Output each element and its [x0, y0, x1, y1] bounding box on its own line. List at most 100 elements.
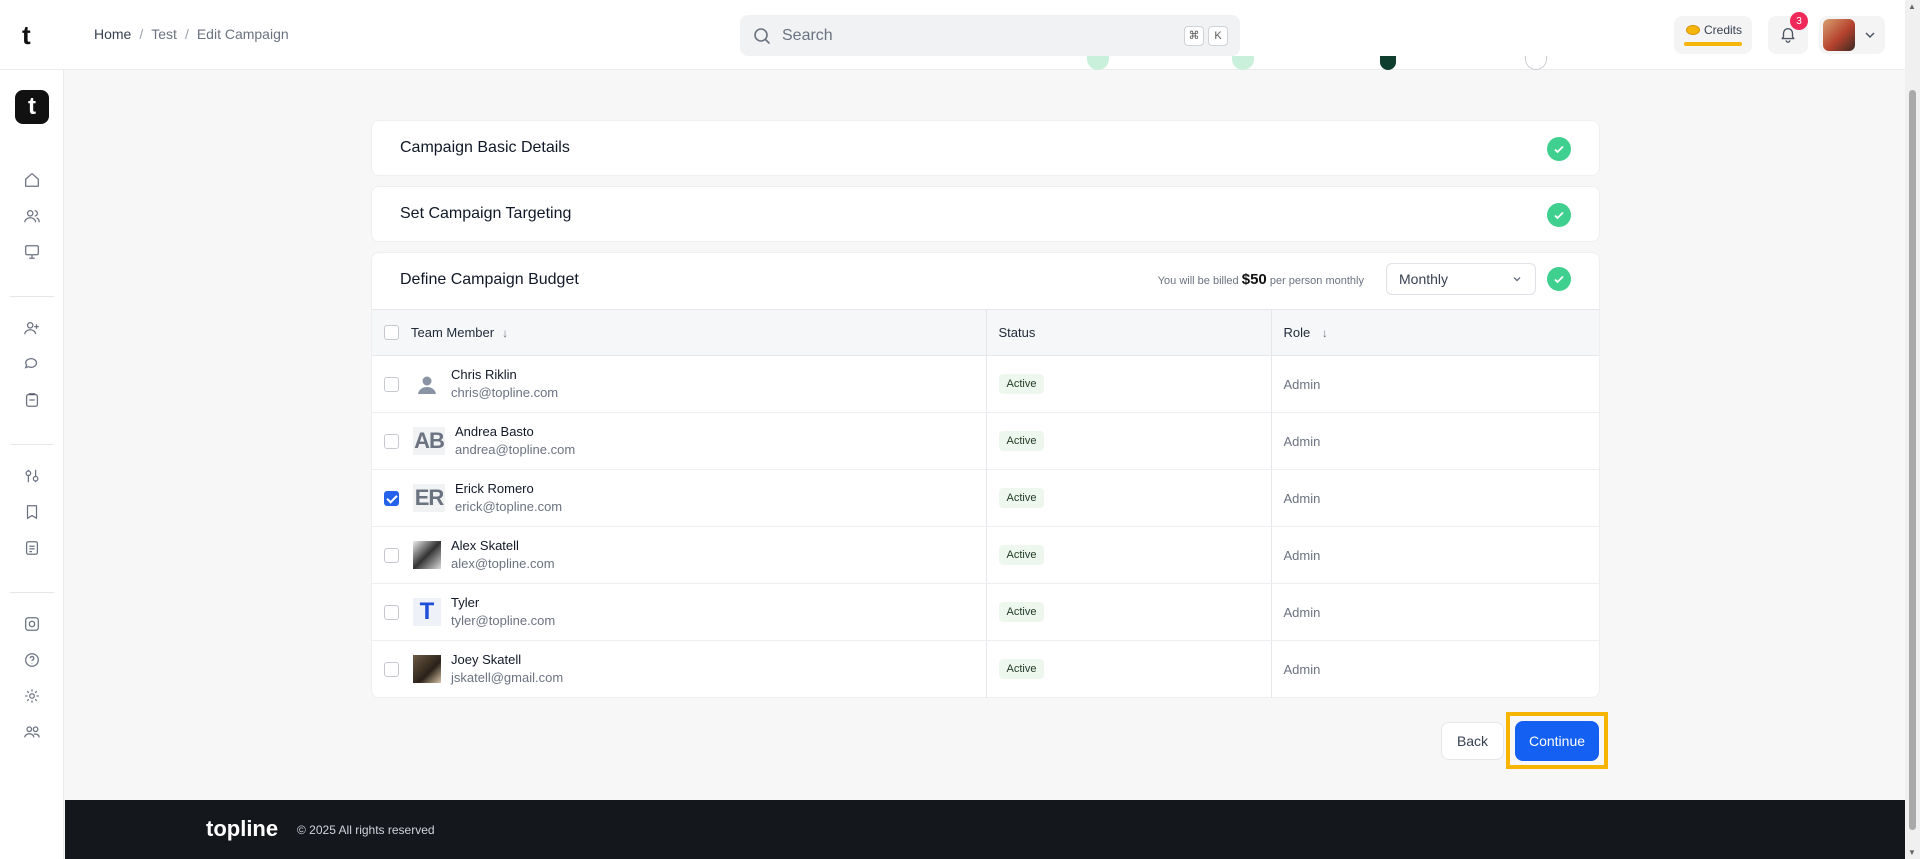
scroll-up-arrow-icon[interactable]: ▲ [1908, 2, 1916, 11]
select-all-checkbox[interactable] [384, 325, 399, 340]
member-cell: AB Andrea Basto andrea@topline.com [372, 412, 987, 470]
role-cell: Admin [1271, 641, 1599, 698]
row-checkbox[interactable] [384, 661, 399, 677]
member-email: erick@topline.com [455, 499, 563, 514]
table-header-row: Team Member ↓ Status Role ↓ [372, 309, 1599, 356]
member-role: Admin [1283, 376, 1321, 392]
check-circle-icon [1547, 267, 1571, 291]
search-input[interactable]: Search ⌘ K [740, 15, 1240, 56]
brand-letter[interactable]: t [22, 20, 31, 51]
settings-icon[interactable] [20, 684, 44, 708]
scroll-down-arrow-icon[interactable]: ▼ [1908, 848, 1916, 857]
app-logo[interactable]: t [15, 90, 49, 124]
coin-icon [1686, 25, 1700, 35]
avatar-letter: T [413, 598, 441, 626]
table-row[interactable]: AB Andrea Basto andrea@topline.com Activ… [372, 412, 1599, 470]
status-cell: Active [986, 640, 1272, 698]
status-badge: Active [998, 488, 1045, 508]
notifications-button[interactable]: 3 [1768, 12, 1808, 54]
avatar-initials: ER [413, 484, 445, 512]
shortcut-k-key: K [1208, 25, 1228, 46]
profile-menu[interactable] [1819, 16, 1885, 54]
back-button[interactable]: Back [1441, 722, 1504, 760]
row-checkbox[interactable] [384, 490, 399, 506]
shortcut-cmd-key: ⌘ [1184, 25, 1204, 46]
sort-arrow-icon[interactable]: ↓ [1322, 326, 1328, 340]
member-name: Chris Riklin [451, 367, 517, 382]
section-basic-details[interactable]: Campaign Basic Details [371, 120, 1600, 176]
help-icon[interactable] [20, 648, 44, 672]
bookmark-icon[interactable] [20, 500, 44, 524]
add-user-icon[interactable] [20, 316, 44, 340]
row-checkbox[interactable] [384, 433, 399, 449]
role-cell: Admin [1271, 469, 1599, 527]
credits-button[interactable]: Credits [1674, 16, 1752, 54]
sort-arrow-icon[interactable]: ↓ [502, 326, 508, 340]
section-title: Define Campaign Budget [400, 271, 579, 288]
billing-amount: $50 [1241, 271, 1267, 288]
role-header-label: Role [1283, 325, 1311, 340]
status-cell: Active [986, 355, 1272, 413]
member-role: Admin [1283, 433, 1321, 449]
member-name: Alex Skatell [451, 538, 519, 553]
billing-note-suffix: per person monthly [1269, 275, 1364, 287]
table-row[interactable]: ER Erick Romero erick@topline.com Active… [372, 469, 1599, 527]
member-header-label: Team Member [411, 325, 495, 340]
billing-note: You will be billed $50 per person monthl… [1158, 271, 1364, 288]
table-row[interactable]: Alex Skatell alex@topline.com Active Adm… [372, 526, 1599, 584]
member-name: Erick Romero [455, 481, 534, 496]
member-role: Admin [1283, 604, 1321, 620]
notification-count-badge: 3 [1790, 12, 1808, 30]
member-email: alex@topline.com [451, 556, 555, 571]
breadcrumb: Home / Test / Edit Campaign [94, 26, 289, 42]
billing-note-prefix: You will be billed [1157, 275, 1239, 287]
home-icon[interactable] [20, 168, 44, 192]
member-role: Admin [1283, 490, 1321, 506]
section-targeting[interactable]: Set Campaign Targeting [371, 186, 1600, 242]
member-cell: T Tyler tyler@topline.com [372, 583, 987, 641]
chat-icon[interactable] [20, 352, 44, 376]
row-checkbox[interactable] [384, 604, 399, 620]
scrollbar-thumb[interactable] [1909, 90, 1916, 830]
table-row[interactable]: Chris Riklin chris@topline.com Active Ad… [372, 355, 1599, 413]
row-checkbox[interactable] [384, 376, 399, 392]
member-role: Admin [1283, 547, 1321, 563]
credits-progress-bar [1684, 42, 1742, 46]
role-cell: Admin [1271, 583, 1599, 641]
billing-frequency-value: Monthly [1399, 271, 1449, 287]
section-title: Set Campaign Targeting [400, 205, 572, 222]
breadcrumb-home[interactable]: Home [94, 26, 131, 42]
member-email: tyler@topline.com [451, 613, 556, 628]
avatar [413, 541, 441, 569]
member-name: Joey Skatell [451, 652, 522, 668]
row-checkbox[interactable] [384, 547, 399, 563]
search-placeholder: Search [782, 26, 833, 44]
breadcrumb-separator: / [184, 26, 189, 42]
team-icon[interactable] [20, 720, 44, 744]
document-icon[interactable] [20, 536, 44, 560]
continue-button[interactable]: Continue [1515, 721, 1599, 761]
avatar-initials: AB [413, 427, 445, 455]
member-email: jskatell@gmail.com [451, 670, 564, 686]
member-email: andrea@topline.com [455, 442, 576, 457]
sliders-icon[interactable] [20, 464, 44, 488]
clipboard-icon[interactable] [20, 388, 44, 412]
users-icon[interactable] [20, 204, 44, 228]
status-badge: Active [998, 374, 1045, 394]
search-icon [754, 27, 770, 44]
credits-label: Credits [1704, 23, 1743, 37]
column-header-status: Status [986, 309, 1272, 356]
integrations-icon[interactable] [20, 612, 44, 636]
table-row[interactable]: T Tyler tyler@topline.com Active Admin [372, 583, 1599, 641]
billing-frequency-select[interactable]: Monthly [1386, 263, 1536, 295]
section-budget: Define Campaign Budget You will be bille… [371, 252, 1600, 698]
breadcrumb-test[interactable]: Test [151, 26, 177, 42]
table-row[interactable]: Joey Skatell jskatell@gmail.com Active A… [372, 640, 1599, 698]
footer-copyright: © 2025 All rights reserved [297, 823, 435, 837]
column-header-role: Role ↓ [1271, 309, 1599, 356]
avatar [1823, 19, 1855, 51]
role-cell: Admin [1271, 526, 1599, 584]
monitor-icon[interactable] [20, 240, 44, 264]
scrollbar[interactable]: ▲ ▼ [1905, 0, 1920, 859]
member-cell: Joey Skatell jskatell@gmail.com [372, 640, 987, 698]
